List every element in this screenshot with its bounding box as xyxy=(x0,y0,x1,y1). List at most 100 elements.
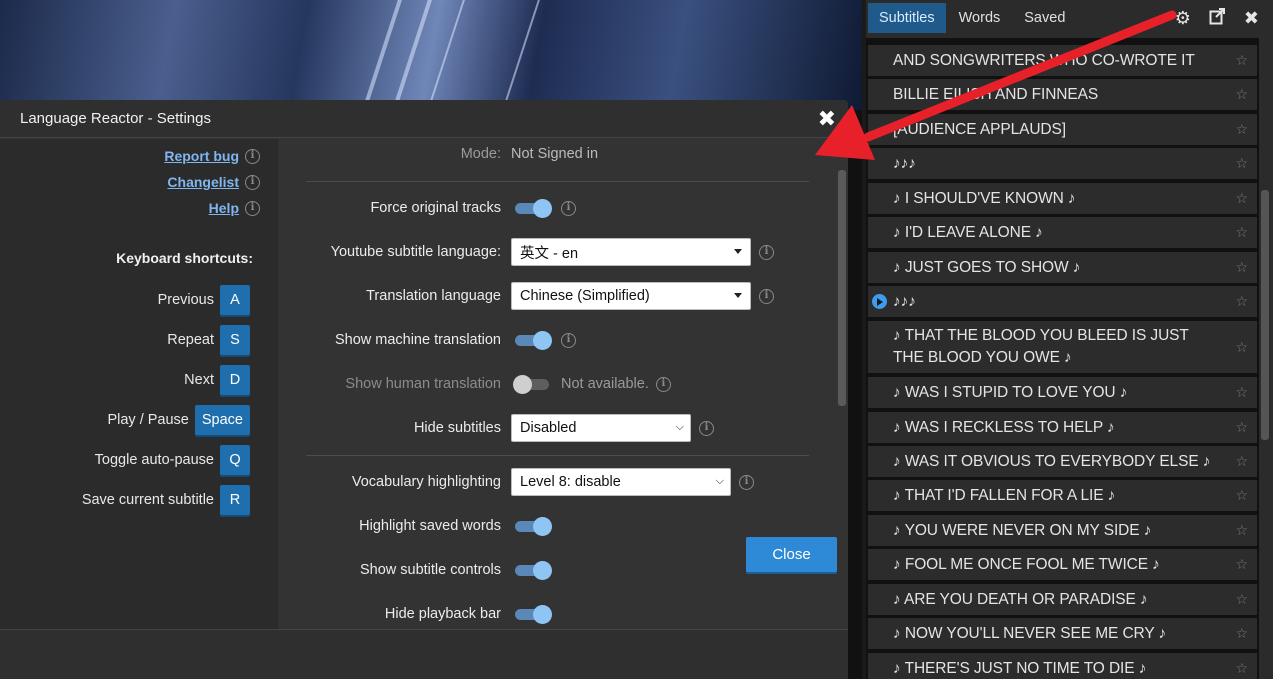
force-original-tracks-toggle[interactable] xyxy=(515,199,552,218)
list-item[interactable]: ♪ I SHOULD'VE KNOWN ♪ ☆ xyxy=(868,183,1257,214)
star-icon[interactable]: ☆ xyxy=(1235,190,1248,207)
chevron-down-icon xyxy=(734,249,742,254)
star-icon[interactable]: ☆ xyxy=(1235,591,1248,608)
mode-value: Not Signed in xyxy=(511,146,599,162)
hide-playback-bar-row: Hide playback bar xyxy=(278,599,838,629)
translation-language-select[interactable]: Chinese (Simplified) xyxy=(511,282,751,310)
report-bug-row: Report bug i xyxy=(164,148,260,164)
info-icon[interactable]: i xyxy=(739,474,754,490)
divider xyxy=(306,181,809,182)
hide-subtitles-select[interactable]: Disabled ⌵ xyxy=(511,414,691,442)
close-button[interactable]: Close xyxy=(746,537,837,572)
key-badge: Space xyxy=(194,405,250,435)
list-item[interactable]: ♪ WAS I STUPID TO LOVE YOU ♪ ☆ xyxy=(868,377,1257,408)
hide-playback-bar-toggle[interactable] xyxy=(515,605,552,624)
star-icon[interactable]: ☆ xyxy=(1235,52,1248,69)
dialog-header: Language Reactor - Settings xyxy=(0,100,848,138)
show-subtitle-controls-toggle[interactable] xyxy=(515,561,552,580)
star-icon[interactable]: ☆ xyxy=(1235,625,1248,642)
info-icon[interactable]: i xyxy=(759,244,774,260)
chevron-down-icon xyxy=(734,293,742,298)
vocabulary-highlighting-select[interactable]: Level 8: disable ⌵ xyxy=(511,468,731,496)
not-available-note: Not available. xyxy=(561,376,649,392)
list-item[interactable]: ♪ FOOL ME ONCE FOOL ME TWICE ♪ ☆ xyxy=(868,549,1257,580)
close-icon[interactable]: ✖ xyxy=(1244,8,1259,30)
play-icon[interactable] xyxy=(872,294,887,309)
key-badge: Q xyxy=(220,445,250,475)
shortcut-save-current-subtitle: Save current subtitle R xyxy=(82,485,250,515)
dialog-title: Language Reactor - Settings xyxy=(20,110,211,127)
divider xyxy=(306,455,809,456)
shortcut-play-pause: Play / Pause Space xyxy=(107,405,250,435)
subtitle-panel: Subtitles Words Saved ⚙ ✖ AND SONGWRITER… xyxy=(866,0,1273,679)
tab-subtitles[interactable]: Subtitles xyxy=(868,3,946,33)
info-icon[interactable]: i xyxy=(759,288,774,304)
list-item[interactable]: ♪♪♪ ☆ xyxy=(868,148,1257,179)
settings-dialog: Language Reactor - Settings ✖ Report bug… xyxy=(0,100,848,679)
tab-words[interactable]: Words xyxy=(948,3,1012,33)
info-icon[interactable]: i xyxy=(245,200,260,216)
info-icon[interactable]: i xyxy=(655,376,671,392)
show-human-translation-toggle[interactable] xyxy=(513,375,551,394)
video-frame xyxy=(0,0,862,110)
shortcut-toggle-auto-pause: Toggle auto-pause Q xyxy=(95,445,250,475)
force-original-tracks-row: Force original tracks i xyxy=(278,193,838,223)
list-item[interactable]: ♪ ARE YOU DEATH OR PARADISE ♪ ☆ xyxy=(868,584,1257,615)
gear-icon[interactable]: ⚙ xyxy=(1175,8,1191,30)
star-icon[interactable]: ☆ xyxy=(1235,224,1248,241)
star-icon[interactable]: ☆ xyxy=(1235,121,1248,138)
list-item[interactable]: ♪ WAS IT OBVIOUS TO EVERYBODY ELSE ♪ ☆ xyxy=(868,446,1257,477)
key-badge: D xyxy=(220,365,250,395)
star-icon[interactable]: ☆ xyxy=(1235,522,1248,539)
list-item[interactable]: BILLIE EILISH AND FINNEAS ☆ xyxy=(868,79,1257,110)
star-icon[interactable]: ☆ xyxy=(1235,384,1248,401)
star-icon[interactable]: ☆ xyxy=(1235,660,1248,677)
show-human-translation-row: Show human translation Not available. i xyxy=(278,369,838,399)
list-item-current[interactable]: ♪♪♪ ☆ xyxy=(868,286,1257,317)
list-item[interactable]: ♪ THERE'S JUST NO TIME TO DIE ♪ ☆ xyxy=(868,653,1257,679)
dialog-footer xyxy=(0,629,848,679)
star-icon[interactable]: ☆ xyxy=(1235,86,1248,103)
star-icon[interactable]: ☆ xyxy=(1235,556,1248,573)
star-icon[interactable]: ☆ xyxy=(1235,155,1248,172)
key-badge: R xyxy=(220,485,250,515)
list-item[interactable]: ♪ YOU WERE NEVER ON MY SIDE ♪ ☆ xyxy=(868,515,1257,546)
star-icon[interactable]: ☆ xyxy=(1235,419,1248,436)
star-icon[interactable]: ☆ xyxy=(1235,453,1248,470)
panel-toolbar: ⚙ ✖ xyxy=(1175,8,1259,30)
list-item[interactable]: ♪ THAT THE BLOOD YOU BLEED IS JUST THE B… xyxy=(868,321,1257,373)
keyboard-shortcuts-title: Keyboard shortcuts: xyxy=(116,250,253,266)
shortcut-previous: Previous A xyxy=(158,285,250,315)
settings-scrollbar[interactable] xyxy=(838,170,846,406)
list-item[interactable]: ♪ JUST GOES TO SHOW ♪ ☆ xyxy=(868,252,1257,283)
tab-saved[interactable]: Saved xyxy=(1013,3,1076,33)
youtube-subtitle-language-select[interactable]: 英文 - en xyxy=(511,238,751,266)
info-icon[interactable]: i xyxy=(699,420,714,436)
info-icon[interactable]: i xyxy=(561,200,576,216)
star-icon[interactable]: ☆ xyxy=(1235,259,1248,276)
list-item[interactable]: ♪ THAT I'D FALLEN FOR A LIE ♪ ☆ xyxy=(868,480,1257,511)
vocabulary-highlighting-row: Vocabulary highlighting Level 8: disable… xyxy=(278,467,838,497)
screen: Language Reactor - Settings ✖ Report bug… xyxy=(0,0,1273,679)
report-bug-link[interactable]: Report bug xyxy=(164,148,239,164)
export-icon[interactable] xyxy=(1209,8,1226,30)
show-machine-translation-row: Show machine translation i xyxy=(278,325,838,355)
subtitle-list-scrollbar[interactable] xyxy=(1261,190,1269,440)
list-item[interactable]: AND SONGWRITERS WHO CO-WROTE IT ☆ xyxy=(868,45,1257,76)
help-row: Help i xyxy=(209,200,260,216)
star-icon[interactable]: ☆ xyxy=(1235,487,1248,504)
info-icon[interactable]: i xyxy=(245,148,260,164)
info-icon[interactable]: i xyxy=(245,174,260,190)
list-item[interactable]: ♪ WAS I RECKLESS TO HELP ♪ ☆ xyxy=(868,412,1257,443)
info-icon[interactable]: i xyxy=(561,332,576,348)
close-icon[interactable]: ✖ xyxy=(818,108,836,130)
show-machine-translation-toggle[interactable] xyxy=(515,331,552,350)
list-item[interactable]: ♪ I'D LEAVE ALONE ♪ ☆ xyxy=(868,217,1257,248)
help-link[interactable]: Help xyxy=(209,200,239,216)
star-icon[interactable]: ☆ xyxy=(1235,293,1248,310)
list-item[interactable]: ♪ NOW YOU'LL NEVER SEE ME CRY ♪ ☆ xyxy=(868,618,1257,649)
changelist-link[interactable]: Changelist xyxy=(167,174,239,190)
star-icon[interactable]: ☆ xyxy=(1235,339,1248,356)
list-item[interactable]: [AUDIENCE APPLAUDS] ☆ xyxy=(868,114,1257,145)
highlight-saved-words-toggle[interactable] xyxy=(515,517,552,536)
